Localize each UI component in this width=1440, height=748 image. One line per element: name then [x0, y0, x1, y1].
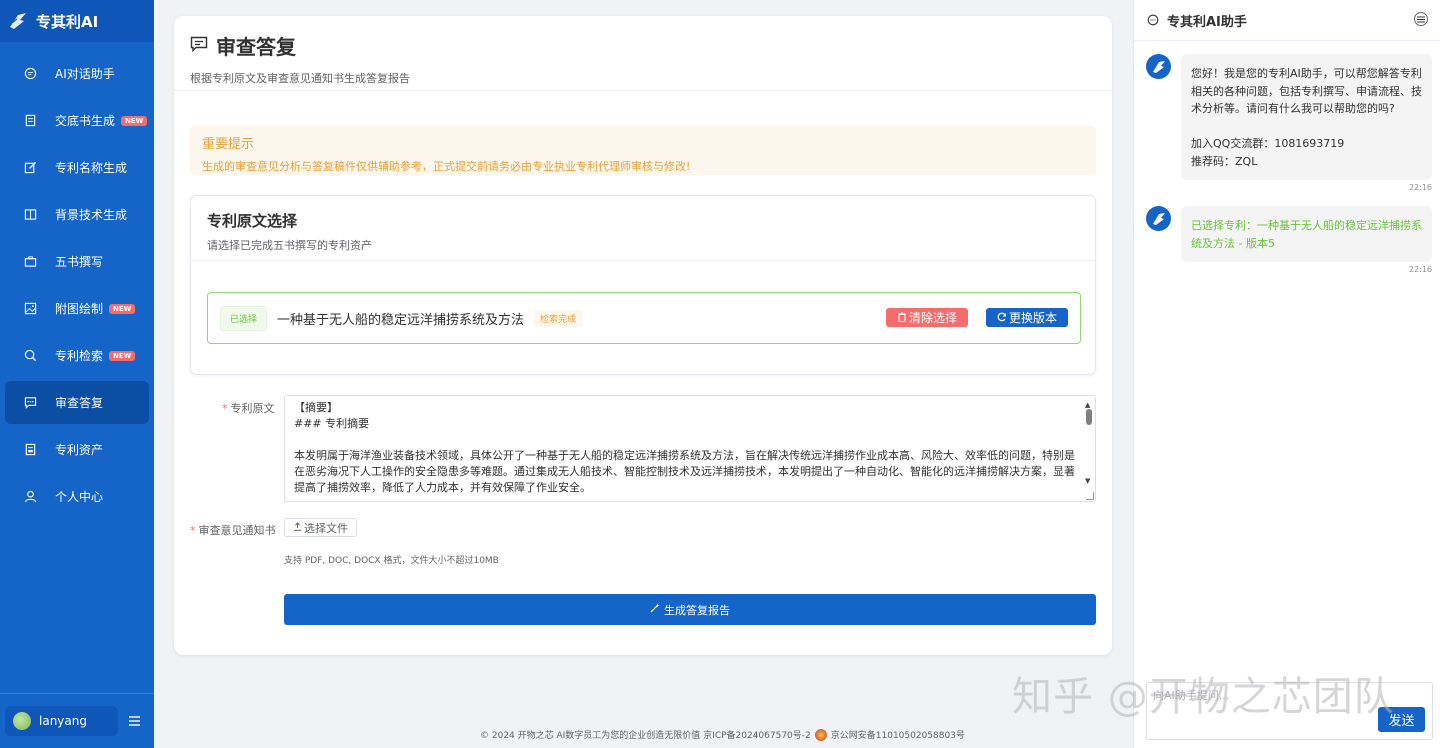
- sidebar-item-patent-name[interactable]: 专利名称生成: [5, 146, 149, 189]
- assistant-title: 专其利AI助手: [1167, 14, 1247, 30]
- office-action-label: * 审查意见通知书: [190, 524, 276, 537]
- chat-message: 已选择专利：一种基于无人船的稳定远洋捕捞系统及方法 - 版本5: [1146, 206, 1432, 262]
- notice-title: 重要提示: [202, 137, 255, 152]
- patent-select-title: 专利原文选择: [207, 212, 298, 230]
- sidebar-item-label: 交底书生成: [55, 114, 116, 128]
- search-icon: [23, 349, 37, 363]
- footer: © 2024 开物之芯 AI数字员工为您的企业创造无限价值 京ICP备20240…: [480, 728, 965, 741]
- patent-select-card: 专利原文选择 请选择已完成五书撰写的专利资产 已选择 一种基于无人船的稳定远洋捕…: [190, 195, 1096, 375]
- new-badge: NEW: [109, 303, 136, 314]
- folder-icon: [23, 443, 37, 457]
- status-badge: 检索完成: [534, 309, 583, 327]
- main-card: 审查答复 根据专利原文及审查意见通知书生成答复报告 重要提示 生成的审查意见分析…: [174, 16, 1112, 655]
- scrollbar[interactable]: ▲ ▼: [1084, 397, 1094, 489]
- scroll-thumb: [1086, 409, 1092, 425]
- selected-tag: 已选择: [220, 305, 268, 331]
- briefcase-icon: [23, 255, 37, 269]
- patent-name: 一种基于无人船的稳定远洋捕捞系统及方法: [277, 312, 525, 328]
- file-hint: 支持 PDF, DOC, DOCX 格式，文件大小不超过10MB: [284, 556, 499, 566]
- app-logo-icon: [8, 11, 28, 31]
- message-time: 22:16: [1408, 265, 1432, 274]
- original-line: 【摘要】: [294, 401, 338, 414]
- select-file-button[interactable]: 选择文件: [284, 518, 357, 537]
- sidebar-item-ai-chat[interactable]: AI对话助手: [5, 52, 149, 95]
- sidebar-item-label: 专利检索: [55, 349, 104, 363]
- bot-avatar-icon: [1146, 54, 1171, 79]
- menu-icon[interactable]: [127, 714, 141, 728]
- message-bubble: 已选择专利：一种基于无人船的稳定远洋捕捞系统及方法 - 版本5: [1181, 206, 1432, 262]
- sidebar-item-label: 附图绘制: [55, 302, 104, 316]
- sidebar-item-label: 背景技术生成: [55, 208, 128, 222]
- sidebar-item-label: 审查答复: [55, 396, 104, 410]
- sidebar-item-background[interactable]: 背景技术生成: [5, 193, 149, 236]
- message-icon: [23, 396, 37, 410]
- sidebar-item-search[interactable]: 专利检索 NEW: [5, 334, 149, 377]
- sidebar-item-label: 专利资产: [55, 443, 104, 457]
- book-icon: [23, 208, 37, 222]
- police-record-link[interactable]: 京公网安备11010502058803号: [831, 728, 965, 741]
- user-menu[interactable]: lanyang: [5, 706, 118, 736]
- selected-patent: 已选择 一种基于无人船的稳定远洋捕捞系统及方法 检索完成 清除选择 更换版本: [207, 292, 1081, 344]
- document-icon: [23, 114, 37, 128]
- avatar: [13, 712, 31, 730]
- switch-version-button[interactable]: 更换版本: [986, 308, 1068, 327]
- sidebar-user-area: lanyang: [0, 693, 154, 748]
- new-badge: NEW: [121, 115, 148, 126]
- sidebar-item-profile[interactable]: 个人中心: [5, 475, 149, 518]
- watermark: 知乎 @开物之芯团队: [1012, 674, 1395, 720]
- trash-icon: [897, 311, 907, 325]
- sidebar-item-label: AI对话助手: [55, 67, 115, 81]
- page-title: 审查答复: [216, 35, 296, 59]
- magic-wand-icon: [650, 603, 660, 616]
- generate-report-label: 生成答复报告: [664, 604, 730, 617]
- sidebar-item-office-action[interactable]: 审查答复: [5, 381, 149, 424]
- sidebar-nav: AI对话助手 交底书生成 NEW 专利名称生成 背景技术生成 五书撰写 附图绘制 N…: [0, 42, 154, 532]
- sidebar: 专其利AI AI对话助手 交底书生成 NEW 专利名称生成 背景技术生成 五书撰写…: [0, 0, 154, 748]
- original-line: [294, 432, 1077, 448]
- original-text-area[interactable]: 【摘要】 ### 专利摘要 本发明属于海洋渔业装备技术领域，具体公开了一种基于无…: [284, 395, 1096, 502]
- copyright-text: © 2024 开物之芯 AI数字员工为您的企业创造无限价值 京ICP备20240…: [480, 731, 811, 741]
- message-bubble: 您好！我是您的专利AI助手，可以帮您解答专利相关的各种问题，包括专利撰写、申请流…: [1181, 54, 1432, 180]
- message-time: 22:16: [1408, 183, 1432, 192]
- chat-message: 您好！我是您的专利AI助手，可以帮您解答专利相关的各种问题，包括专利撰写、申请流…: [1146, 54, 1432, 180]
- upload-icon: [293, 521, 302, 534]
- app-name: 专其利AI: [36, 12, 99, 31]
- chat-bubble-icon: [23, 67, 37, 81]
- sidebar-item-label: 专利名称生成: [55, 161, 128, 175]
- message-icon: [190, 36, 208, 56]
- assistant-panel: 专其利AI助手 您好！我是您的专利AI助手，可以帮您解答专利相关的各种问题，包括…: [1133, 0, 1440, 748]
- original-text-label: * 专利原文: [222, 402, 275, 415]
- sidebar-item-assets[interactable]: 专利资产: [5, 428, 149, 471]
- original-line: ### 专利摘要: [294, 417, 370, 430]
- page-subtitle: 根据专利原文及审查意见通知书生成答复报告: [190, 72, 410, 85]
- clear-selection-button[interactable]: 清除选择: [886, 308, 968, 327]
- patent-select-subtitle: 请选择已完成五书撰写的专利资产: [207, 239, 372, 252]
- notice-text: 生成的审查意见分析与答复稿件仅供辅助参考，正式提交前请务必由专业执业专利代理师审…: [202, 160, 691, 173]
- brand[interactable]: 专其利AI: [0, 0, 154, 42]
- image-icon: [23, 302, 37, 316]
- chat-bubble-icon: [1147, 11, 1159, 30]
- sidebar-item-disclosure[interactable]: 交底书生成 NEW: [5, 99, 149, 142]
- edit-icon: [23, 161, 37, 175]
- page-header: 审查答复 根据专利原文及审查意见通知书生成答复报告: [174, 16, 1112, 91]
- username: lanyang: [39, 714, 87, 728]
- clear-selection-label: 清除选择: [908, 311, 957, 325]
- sidebar-item-five-docs[interactable]: 五书撰写: [5, 240, 149, 283]
- sidebar-item-label: 五书撰写: [55, 255, 104, 269]
- resize-handle-icon[interactable]: [1086, 492, 1094, 500]
- sidebar-item-drawing[interactable]: 附图绘制 NEW: [5, 287, 149, 330]
- scroll-down-icon: ▼: [1085, 477, 1091, 485]
- important-notice: 重要提示 生成的审查意见分析与答复稿件仅供辅助参考，正式提交前请务必由专业执业专…: [190, 126, 1096, 175]
- sidebar-item-label: 个人中心: [55, 490, 104, 504]
- refresh-icon: [997, 311, 1007, 325]
- generate-report-button[interactable]: 生成答复报告: [284, 594, 1096, 625]
- switch-version-label: 更换版本: [1008, 311, 1057, 325]
- user-icon: [23, 490, 37, 504]
- police-emblem-icon: [814, 728, 827, 741]
- new-badge: NEW: [109, 350, 136, 361]
- bot-avatar-icon: [1146, 206, 1171, 231]
- select-file-label: 选择文件: [304, 522, 348, 535]
- menu-icon[interactable]: [1414, 12, 1428, 26]
- original-line: 本发明属于海洋渔业装备技术领域，具体公开了一种基于无人船的稳定远洋捕捞系统及方法…: [294, 449, 1075, 494]
